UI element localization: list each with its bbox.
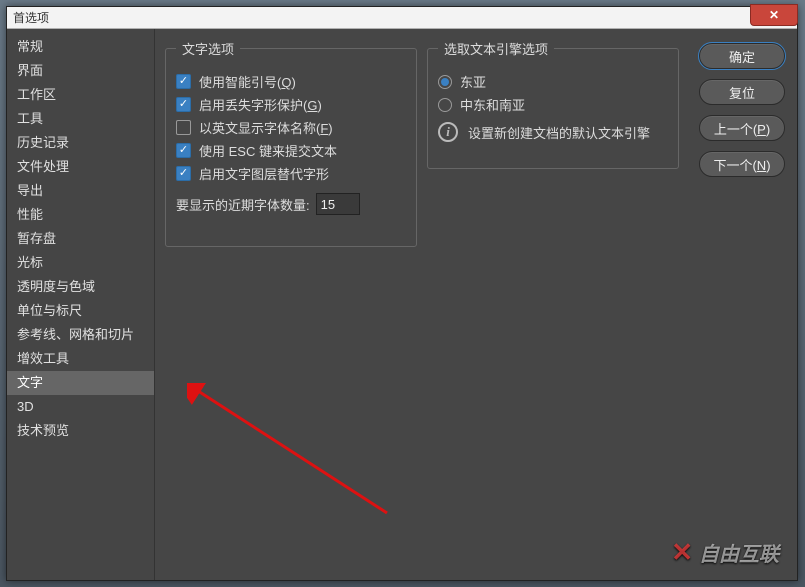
sidebar-item[interactable]: 工作区 bbox=[7, 83, 154, 107]
ok-label: 确定 bbox=[729, 47, 755, 66]
checkbox-label: 启用丢失字形保护(G) bbox=[199, 95, 322, 114]
text-engine-legend: 选取文本引擎选项 bbox=[438, 39, 554, 58]
next-label: 下一个(N) bbox=[713, 155, 770, 174]
sidebar-item[interactable]: 光标 bbox=[7, 251, 154, 275]
sidebar-item[interactable]: 界面 bbox=[7, 59, 154, 83]
radio-row[interactable]: 东亚 bbox=[438, 72, 668, 91]
checkbox-row[interactable]: 使用智能引号(Q) bbox=[176, 72, 406, 91]
sidebar-item[interactable]: 技术预览 bbox=[7, 419, 154, 443]
annotation-arrow bbox=[187, 383, 397, 523]
main-panel: 文字选项 使用智能引号(Q) 启用丢失字形保护(G) 以英文显示字体名称(F) 使用 … bbox=[155, 29, 797, 580]
radio-row[interactable]: 中东和南亚 bbox=[438, 95, 668, 114]
checkbox-label: 以英文显示字体名称(F) bbox=[199, 118, 333, 137]
close-button[interactable]: ✕ bbox=[750, 4, 798, 26]
close-icon: ✕ bbox=[769, 8, 779, 22]
preferences-dialog: 首选项 ✕ 常规界面工作区工具历史记录文件处理导出性能暂存盘光标透明度与色域单位… bbox=[6, 6, 798, 581]
sidebar-item[interactable]: 增效工具 bbox=[7, 347, 154, 371]
checkbox[interactable] bbox=[176, 97, 191, 112]
dialog-title: 首选项 bbox=[13, 9, 49, 26]
watermark: ✕ 自由互联 bbox=[671, 537, 779, 568]
sidebar-item[interactable]: 透明度与色域 bbox=[7, 275, 154, 299]
checkbox-row[interactable]: 使用 ESC 键来提交文本 bbox=[176, 141, 406, 160]
reset-label: 复位 bbox=[729, 83, 755, 102]
sidebar-item[interactable]: 工具 bbox=[7, 107, 154, 131]
checkbox[interactable] bbox=[176, 74, 191, 89]
category-sidebar: 常规界面工作区工具历史记录文件处理导出性能暂存盘光标透明度与色域单位与标尺参考线… bbox=[7, 29, 155, 580]
checkbox[interactable] bbox=[176, 143, 191, 158]
radio[interactable] bbox=[438, 75, 452, 89]
sidebar-item[interactable]: 导出 bbox=[7, 179, 154, 203]
radio-label: 东亚 bbox=[460, 72, 486, 91]
engine-info-text: 设置新创建文档的默认文本引擎 bbox=[468, 123, 650, 142]
type-options-group: 文字选项 使用智能引号(Q) 启用丢失字形保护(G) 以英文显示字体名称(F) 使用 … bbox=[165, 39, 417, 247]
sidebar-item[interactable]: 性能 bbox=[7, 203, 154, 227]
radio[interactable] bbox=[438, 98, 452, 112]
text-engine-group: 选取文本引擎选项 东亚中东和南亚 i 设置新创建文档的默认文本引擎 bbox=[427, 39, 679, 169]
ok-button[interactable]: 确定 bbox=[699, 43, 785, 69]
checkbox-row[interactable]: 以英文显示字体名称(F) bbox=[176, 118, 406, 137]
info-icon: i bbox=[438, 122, 458, 142]
checkbox-label: 启用文字图层替代字形 bbox=[199, 164, 329, 183]
sidebar-item[interactable]: 文件处理 bbox=[7, 155, 154, 179]
sidebar-item[interactable]: 文字 bbox=[7, 371, 154, 395]
watermark-icon: ✕ bbox=[671, 537, 693, 568]
sidebar-item[interactable]: 3D bbox=[7, 395, 154, 419]
checkbox-label: 使用 ESC 键来提交文本 bbox=[199, 141, 337, 160]
sidebar-item[interactable]: 单位与标尺 bbox=[7, 299, 154, 323]
recent-fonts-label: 要显示的近期字体数量: bbox=[176, 195, 310, 214]
next-button[interactable]: 下一个(N) bbox=[699, 151, 785, 177]
sidebar-item[interactable]: 常规 bbox=[7, 35, 154, 59]
recent-fonts-input[interactable] bbox=[316, 193, 360, 215]
checkbox-label: 使用智能引号(Q) bbox=[199, 72, 296, 91]
checkbox-row[interactable]: 启用丢失字形保护(G) bbox=[176, 95, 406, 114]
prev-label: 上一个(P) bbox=[714, 119, 770, 138]
watermark-text: 自由互联 bbox=[699, 538, 779, 567]
type-options-legend: 文字选项 bbox=[176, 39, 240, 58]
sidebar-item[interactable]: 暂存盘 bbox=[7, 227, 154, 251]
checkbox[interactable] bbox=[176, 166, 191, 181]
sidebar-item[interactable]: 参考线、网格和切片 bbox=[7, 323, 154, 347]
dialog-buttons: 确定 复位 上一个(P) 下一个(N) bbox=[699, 43, 785, 177]
prev-button[interactable]: 上一个(P) bbox=[699, 115, 785, 141]
radio-label: 中东和南亚 bbox=[460, 95, 525, 114]
reset-button[interactable]: 复位 bbox=[699, 79, 785, 105]
checkbox[interactable] bbox=[176, 120, 191, 135]
sidebar-item[interactable]: 历史记录 bbox=[7, 131, 154, 155]
checkbox-row[interactable]: 启用文字图层替代字形 bbox=[176, 164, 406, 183]
titlebar: 首选项 ✕ bbox=[7, 7, 797, 29]
